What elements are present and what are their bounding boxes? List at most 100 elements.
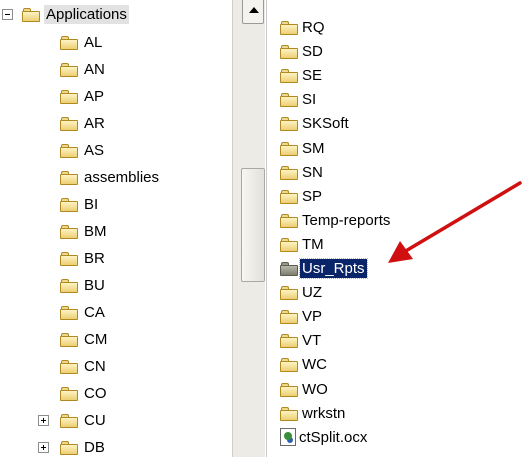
tree-item[interactable]: AL — [60, 31, 104, 53]
scroll-up-button[interactable] — [242, 0, 264, 24]
tree-item[interactable]: assemblies — [60, 166, 161, 188]
folder-icon — [280, 165, 299, 180]
tree-item[interactable]: AN — [60, 58, 107, 80]
folder-item[interactable]: SKSoft — [280, 112, 351, 134]
folder-icon — [60, 224, 79, 239]
item-label: SI — [302, 90, 317, 108]
tree-item[interactable]: DB — [60, 436, 107, 457]
folder-item[interactable]: WO — [280, 378, 330, 400]
item-label: Temp-reports — [302, 211, 391, 229]
folder-icon — [280, 189, 299, 204]
folder-icon — [60, 89, 79, 104]
folder-item[interactable]: Temp-reports — [280, 209, 392, 231]
folder-item[interactable]: SI — [280, 88, 318, 110]
open-folder-icon — [280, 261, 299, 276]
item-label: AP — [84, 87, 105, 105]
folder-tree-pane: Applications AL AN AP AR AS assemblies BI BM BR BU… — [0, 0, 232, 457]
tree-item[interactable]: CU — [60, 409, 108, 431]
folder-icon — [280, 237, 299, 252]
folder-icon — [280, 333, 299, 348]
folder-icon — [60, 440, 79, 455]
up-arrow-icon — [249, 7, 259, 13]
folder-icon — [60, 359, 79, 374]
scrollbar-thumb[interactable] — [241, 168, 265, 282]
folder-icon — [60, 197, 79, 212]
item-label: SKSoft — [302, 114, 349, 132]
tree-item[interactable]: CN — [60, 355, 108, 377]
folder-icon — [60, 332, 79, 347]
folder-icon — [22, 7, 41, 22]
folder-item[interactable]: VP — [280, 305, 324, 327]
item-label: RQ — [302, 18, 325, 36]
tree-item[interactable]: BM — [60, 220, 109, 242]
folder-contents-pane: RQ SD SE SI SKSoft SM SN SP Temp-reports TM Usr_Rp… — [266, 0, 522, 457]
item-label: AL — [84, 33, 103, 51]
folder-item[interactable]: UZ — [280, 281, 324, 303]
tree-item[interactable]: CA — [60, 301, 107, 323]
folder-icon — [60, 278, 79, 293]
folder-item[interactable]: SD — [280, 40, 325, 62]
item-label: BM — [84, 222, 107, 240]
folder-icon — [60, 413, 79, 428]
tree-item[interactable]: AS — [60, 139, 106, 161]
collapse-icon[interactable] — [2, 9, 13, 20]
item-label: SD — [302, 42, 323, 60]
folder-item[interactable]: SP — [280, 185, 324, 207]
folder-item[interactable]: TM — [280, 233, 326, 255]
folder-icon — [60, 251, 79, 266]
tree-item[interactable]: CM — [60, 328, 109, 350]
item-label: VP — [302, 307, 323, 325]
folder-item[interactable]: VT — [280, 329, 323, 351]
item-label: CO — [84, 384, 107, 402]
folder-icon — [280, 406, 299, 421]
item-label: Applications — [44, 4, 129, 24]
folder-icon — [60, 35, 79, 50]
folder-item[interactable]: RQ — [280, 16, 327, 38]
folder-item[interactable]: WC — [280, 353, 329, 375]
item-label: CM — [84, 330, 108, 348]
folder-icon — [280, 357, 299, 372]
folder-icon — [60, 62, 79, 77]
item-label: Usr_Rpts — [299, 257, 368, 279]
item-label: AN — [84, 60, 105, 78]
expand-icon[interactable] — [38, 415, 49, 426]
folder-item[interactable]: SM — [280, 137, 327, 159]
folder-icon — [280, 68, 299, 83]
folder-icon — [60, 116, 79, 131]
item-label: BR — [84, 249, 105, 267]
item-label: CN — [84, 357, 106, 375]
tree-item[interactable]: BR — [60, 247, 107, 269]
folder-icon — [280, 382, 299, 397]
folder-item[interactable]: wrkstn — [280, 402, 347, 424]
item-label: VT — [302, 331, 322, 349]
item-label: SE — [302, 66, 323, 84]
folder-icon — [280, 116, 299, 131]
item-label: assemblies — [84, 168, 160, 186]
folder-icon — [60, 170, 79, 185]
folder-item[interactable]: SE — [280, 64, 324, 86]
folder-icon — [280, 309, 299, 324]
item-label: WO — [302, 380, 328, 398]
item-label: AR — [84, 114, 105, 132]
item-label: UZ — [302, 283, 322, 301]
expand-icon[interactable] — [38, 442, 49, 453]
item-label: CU — [84, 411, 106, 429]
tree-item[interactable]: BU — [60, 274, 107, 296]
file-item[interactable]: ctSplit.ocx — [280, 426, 369, 448]
item-label: SM — [302, 139, 325, 157]
folder-icon — [280, 20, 299, 35]
folder-item[interactable]: SN — [280, 161, 325, 183]
tree-root-applications[interactable]: Applications — [22, 3, 129, 25]
ocx-file-icon — [280, 428, 296, 446]
item-label: ctSplit.ocx — [299, 428, 368, 446]
tree-item[interactable]: CO — [60, 382, 109, 404]
folder-icon — [280, 213, 299, 228]
item-label: BI — [84, 195, 99, 213]
tree-item[interactable]: BI — [60, 193, 100, 215]
folder-icon — [60, 305, 79, 320]
tree-item[interactable]: AP — [60, 85, 106, 107]
folder-item[interactable]: Usr_Rpts — [280, 257, 368, 279]
item-label: BU — [84, 276, 105, 294]
folder-icon — [60, 143, 79, 158]
tree-item[interactable]: AR — [60, 112, 107, 134]
